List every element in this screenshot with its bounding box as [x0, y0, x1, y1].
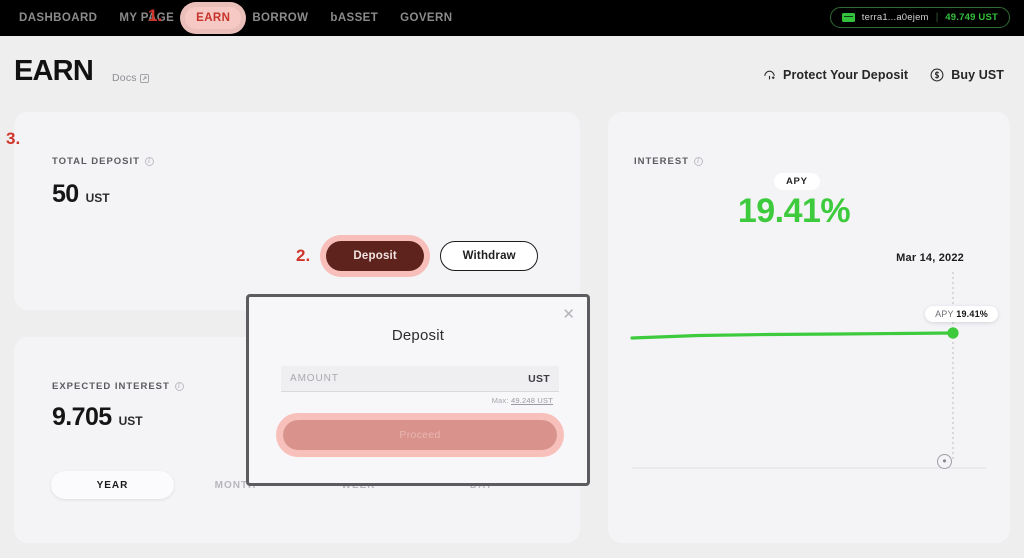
wallet-balance: 49.749 UST: [945, 12, 998, 23]
interest-label: INTEREST i: [634, 156, 703, 167]
annotation-step-1: 1.: [148, 6, 163, 25]
deposit-withdraw-actions: 2. Deposit Withdraw: [296, 241, 539, 271]
apy-badge: APY: [774, 173, 820, 190]
page-header: EARN Docs Protect Your Deposit Buy UST: [0, 36, 1024, 112]
tab-year[interactable]: YEAR: [51, 471, 174, 499]
protect-deposit-label: Protect Your Deposit: [783, 68, 909, 82]
expected-interest-amount: 9.705: [52, 403, 112, 431]
interest-label-text: INTEREST: [634, 156, 689, 167]
apy-chart[interactable]: Mar 14, 2022 APY 19.41% ●: [608, 240, 1010, 485]
deposit-button[interactable]: Deposit: [326, 241, 425, 271]
protect-deposit-button[interactable]: Protect Your Deposit: [763, 68, 908, 82]
page-root: DASHBOARD MY PAGE EARN BORROW bASSET GOV…: [0, 0, 1024, 558]
nav-item-borrow[interactable]: BORROW: [241, 7, 319, 29]
total-deposit-label-text: TOTAL DEPOSIT: [52, 156, 140, 167]
annotation-step-2: 2.: [296, 246, 311, 265]
wallet-icon: [841, 13, 855, 22]
amount-input-placeholder: AMOUNT: [290, 373, 339, 384]
nav-item-govern[interactable]: GOVERN: [389, 7, 463, 29]
wallet-button[interactable]: terra1...a0ejem | 49.749 UST: [829, 7, 1010, 28]
docs-link-label: Docs: [112, 72, 137, 84]
apy-chart-svg: [630, 272, 986, 469]
proceed-button-highlight: Proceed: [283, 420, 557, 450]
total-deposit-amount: 50: [52, 180, 79, 208]
buy-ust-button[interactable]: Buy UST: [930, 68, 1004, 82]
wallet-separator: |: [935, 12, 939, 23]
nav-item-my-page[interactable]: MY PAGE: [108, 7, 185, 29]
total-deposit-unit: UST: [85, 191, 110, 205]
amount-input-unit: UST: [528, 372, 550, 385]
external-link-icon: [139, 73, 149, 83]
total-deposit-value: 50 UST: [52, 180, 110, 209]
umbrella-icon: [764, 70, 775, 79]
header-actions: Protect Your Deposit Buy UST: [763, 68, 1004, 82]
info-icon[interactable]: i: [693, 157, 703, 166]
chart-line-apy: [630, 331, 955, 340]
expected-interest-value: 9.705 UST: [52, 403, 143, 432]
deposit-button-highlight: Deposit: [326, 241, 425, 271]
docs-link[interactable]: Docs: [112, 72, 149, 84]
amount-input[interactable]: AMOUNT UST: [281, 366, 559, 392]
total-deposit-card: TOTAL DEPOSIT i 50 UST: [14, 112, 580, 310]
dollar-circle-icon: [930, 68, 944, 82]
chart-tooltip-label: APY: [935, 309, 954, 319]
withdraw-button[interactable]: Withdraw: [440, 241, 539, 271]
expected-interest-label-text: EXPECTED INTEREST: [52, 381, 170, 392]
nav-item-basset[interactable]: bASSET: [319, 7, 389, 29]
total-deposit-label: TOTAL DEPOSIT i: [52, 156, 154, 167]
proceed-button[interactable]: Proceed: [283, 420, 557, 450]
annotation-step-3: 3.: [6, 129, 21, 148]
nav-items: DASHBOARD MY PAGE EARN BORROW bASSET GOV…: [0, 7, 463, 29]
apy-value: 19.41%: [737, 192, 851, 230]
chart-date-label: Mar 14, 2022: [896, 252, 964, 264]
wallet-address: terra1...a0ejem: [861, 12, 929, 23]
max-amount-row: Max: 49.248 UST: [492, 396, 553, 405]
page-title: EARN: [14, 55, 94, 87]
expected-interest-unit: UST: [118, 414, 143, 428]
chart-tooltip: APY 19.41%: [925, 306, 998, 322]
nav-item-earn[interactable]: EARN: [185, 7, 242, 29]
modal-title: Deposit: [391, 327, 445, 344]
buy-ust-label: Buy UST: [951, 68, 1004, 82]
close-icon[interactable]: ✕: [562, 307, 575, 322]
max-amount-prefix: Max:: [491, 396, 509, 405]
max-amount-link[interactable]: 49.248 UST: [511, 396, 553, 405]
info-icon[interactable]: i: [174, 382, 184, 391]
clock-icon[interactable]: ●: [937, 454, 952, 469]
nav-item-dashboard[interactable]: DASHBOARD: [8, 7, 108, 29]
deposit-modal: ✕ Deposit AMOUNT UST Max: 49.248 UST Pro…: [246, 294, 590, 486]
expected-interest-label: EXPECTED INTEREST i: [52, 381, 184, 392]
chart-end-point: [947, 327, 959, 339]
info-icon[interactable]: i: [144, 157, 154, 166]
chart-tooltip-value: 19.41%: [956, 309, 988, 319]
